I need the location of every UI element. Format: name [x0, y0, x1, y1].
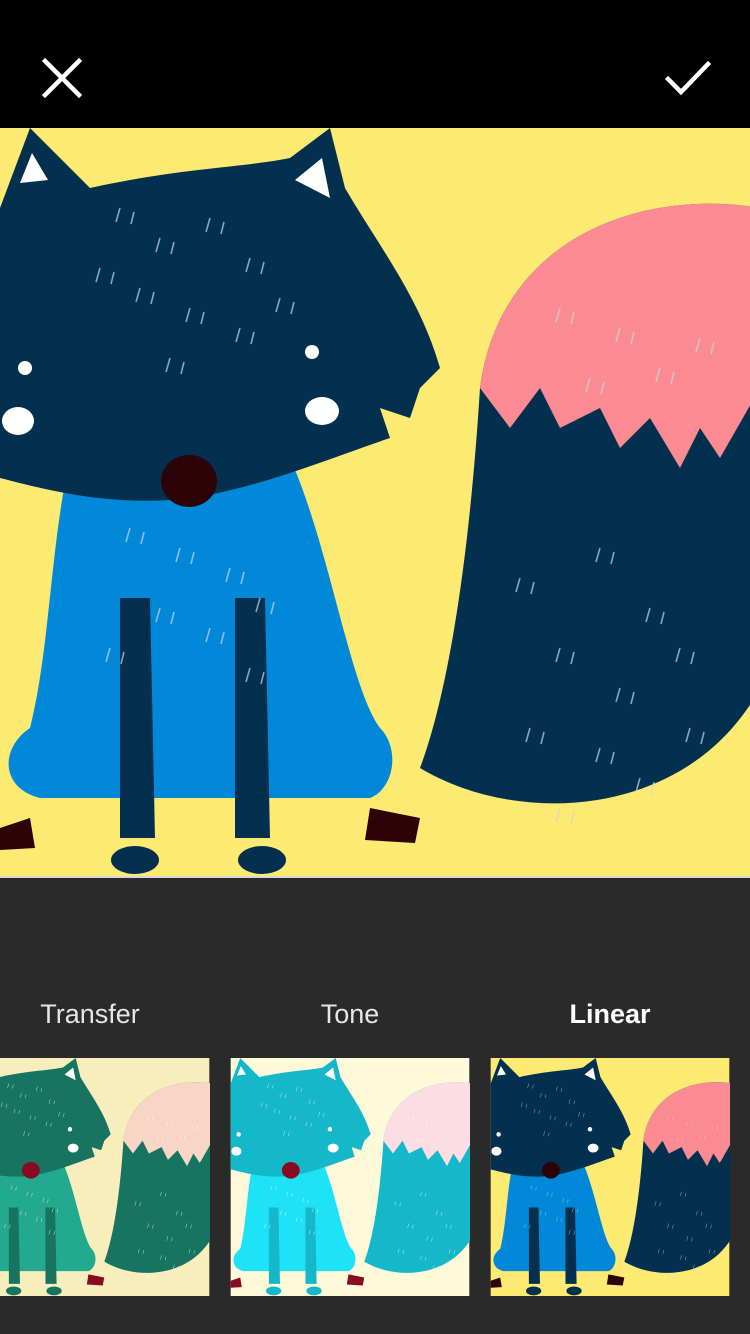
filter-thumbnail-tone[interactable] [230, 1058, 470, 1296]
done-button[interactable] [648, 38, 728, 118]
transfer-thumbnail-image [0, 1058, 210, 1296]
preview-divider [0, 876, 750, 878]
filter-label-tone[interactable]: Tone [230, 990, 470, 1038]
tone-thumbnail-image [230, 1058, 470, 1296]
linear-thumbnail-image [490, 1058, 730, 1296]
filter-labels: Transfer Tone Linear [0, 990, 750, 1040]
photo-preview [0, 128, 750, 876]
filter-label-linear[interactable]: Linear [490, 990, 730, 1038]
filter-thumbnail-linear[interactable] [490, 1058, 730, 1296]
fox-illustration [0, 128, 750, 876]
top-bar [0, 0, 750, 128]
close-button[interactable] [22, 38, 102, 118]
checkmark-icon [665, 60, 711, 96]
filter-thumbnail-transfer[interactable] [0, 1058, 210, 1296]
filter-label-transfer[interactable]: Transfer [0, 990, 210, 1038]
close-icon [42, 58, 82, 98]
